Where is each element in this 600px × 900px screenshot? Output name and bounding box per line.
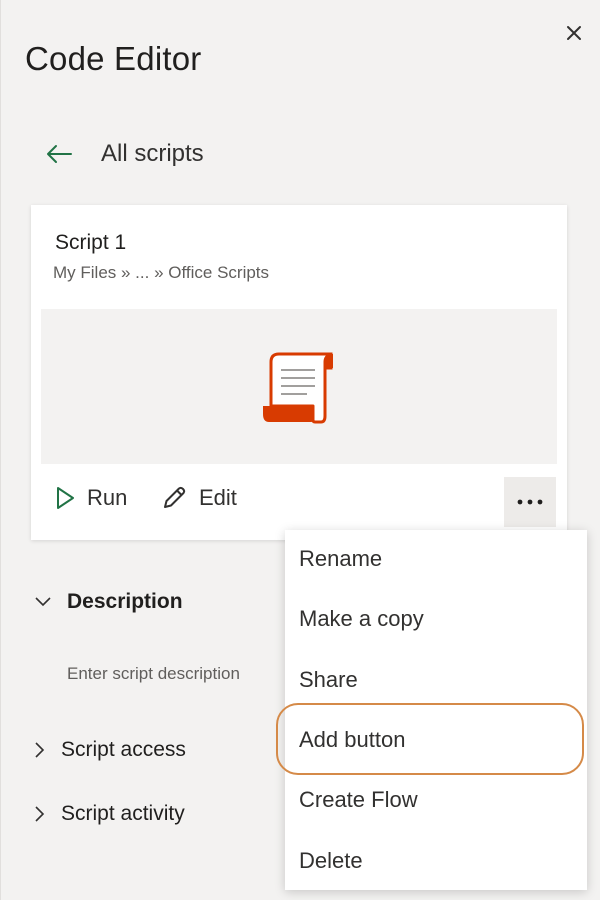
run-label: Run (87, 485, 128, 510)
description-label: Description (67, 590, 183, 613)
menu-item-share[interactable]: Share (299, 667, 358, 693)
close-button[interactable] (561, 20, 587, 46)
script-scroll-icon (263, 352, 333, 423)
menu-item-create-flow[interactable]: Create Flow (299, 787, 418, 813)
close-icon (567, 26, 581, 40)
menu-item-delete[interactable]: Delete (299, 848, 363, 874)
chevron-right-icon (35, 806, 45, 822)
context-menu: Rename Make a copy Share Add button Crea… (285, 530, 587, 890)
pane-title: Code Editor (25, 40, 202, 77)
script-title: Script 1 (55, 231, 127, 254)
edit-button[interactable]: Edit (161, 485, 237, 511)
description-input[interactable]: Enter script description (67, 664, 287, 684)
back-label: All scripts (101, 140, 204, 167)
script-access-label: Script access (61, 738, 186, 761)
code-editor-pane: Code Editor All scripts Script 1 My File… (0, 0, 600, 900)
chevron-right-icon (35, 742, 45, 758)
ellipsis-icon (517, 499, 543, 505)
script-activity-label: Script activity (61, 802, 185, 825)
menu-item-add-button[interactable]: Add button (299, 727, 405, 753)
edit-label: Edit (199, 485, 237, 510)
back-arrow-icon (47, 145, 72, 163)
description-section-toggle[interactable]: Description (35, 590, 183, 614)
run-button[interactable]: Run (55, 485, 127, 511)
script-card: Script 1 My Files » ... » Office Scripts (31, 205, 567, 540)
back-to-all-scripts[interactable]: All scripts (45, 140, 204, 168)
script-activity-section-toggle[interactable]: Script activity (35, 802, 185, 826)
pencil-icon (164, 486, 186, 508)
menu-item-make-a-copy[interactable]: Make a copy (299, 606, 424, 632)
script-preview (41, 309, 557, 464)
more-options-button[interactable] (504, 477, 556, 527)
script-access-section-toggle[interactable]: Script access (35, 738, 186, 762)
menu-item-rename[interactable]: Rename (299, 546, 382, 572)
play-icon (57, 487, 74, 509)
chevron-down-icon (35, 597, 51, 607)
script-path-breadcrumb: My Files » ... » Office Scripts (53, 263, 270, 282)
